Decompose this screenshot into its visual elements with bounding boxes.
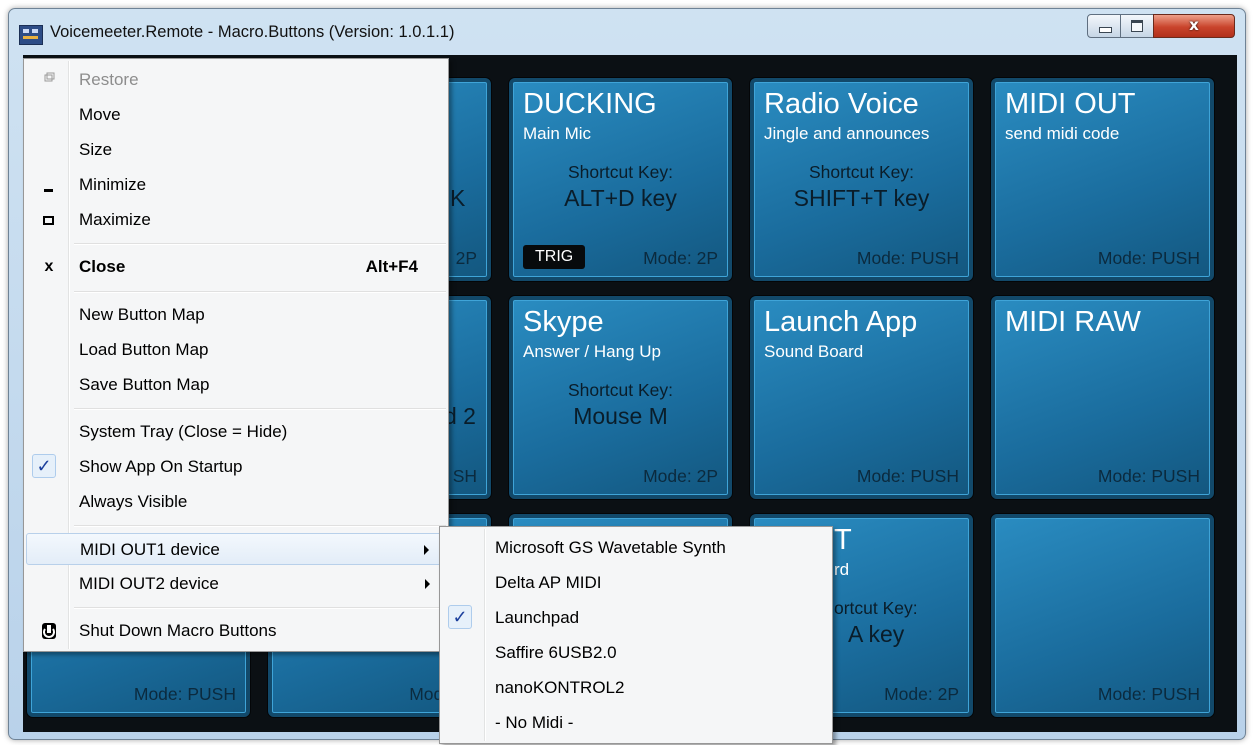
menu-item-new-button-map[interactable]: New Button Map (26, 299, 446, 331)
macro-button-midi-out[interactable]: MIDI OUT send midi code Mode: PUSH (991, 78, 1214, 281)
button-subtitle: Main Mic (523, 124, 592, 143)
close-button[interactable]: x (1153, 14, 1235, 38)
button-mode: Mode: 2P (643, 248, 718, 268)
power-icon (38, 620, 60, 642)
menu-item-system-tray[interactable]: System Tray (Close = Hide) (26, 416, 446, 448)
midi-device-item[interactable]: Microsoft GS Wavetable Synth (442, 532, 830, 564)
shortcut-label: Shortcut Key: (808, 162, 915, 182)
maximize-icon (38, 209, 60, 231)
button-title: DUCKING (523, 88, 657, 120)
button-mode: Mode: PUSH (133, 684, 236, 704)
close-icon: x (44, 258, 54, 275)
trig-badge: TRIG (523, 245, 586, 269)
macro-button-radio-voice[interactable]: Radio Voice Jingle and announces Shortcu… (750, 78, 973, 281)
button-mode: Mode: 2P (884, 684, 959, 704)
button-mode: 2P (455, 248, 477, 268)
system-menu: Restore Move Size Minimize Maximize x Cl… (23, 58, 449, 652)
minimize-icon (1099, 27, 1112, 33)
button-mode: Mode: PUSH (1097, 684, 1200, 704)
button-title: Skype (523, 306, 604, 338)
window-title: Voicemeeter.Remote - Macro.Buttons (Vers… (50, 23, 455, 41)
button-title: Radio Voice (764, 88, 919, 120)
menu-item-restore[interactable]: Restore (26, 64, 446, 96)
menu-item-maximize[interactable]: Maximize (26, 204, 446, 236)
button-subtitle: send midi code (1005, 124, 1120, 143)
minimize-icon (38, 174, 60, 196)
macro-button-ducking[interactable]: DUCKING Main Mic Shortcut Key: ALT+D key… (509, 78, 732, 281)
shortcut-value: ALT+D key (564, 185, 677, 211)
restore-icon (38, 69, 60, 91)
midi-device-item[interactable]: - No Midi - (442, 707, 830, 739)
menu-item-always-visible[interactable]: Always Visible (26, 486, 446, 518)
close-icon: x (1189, 16, 1199, 34)
button-subtitle: Jingle and announces (764, 124, 930, 143)
menu-item-load-button-map[interactable]: Load Button Map (26, 334, 446, 366)
menu-item-minimize[interactable]: Minimize (26, 169, 446, 201)
shortcut-label: Shortcut Key: (567, 380, 674, 400)
macro-button-skype[interactable]: Skype Answer / Hang Up Shortcut Key: Mou… (509, 296, 732, 499)
button-mode: Mode: PUSH (856, 466, 959, 486)
check-icon: ✓ (32, 454, 56, 478)
macro-button-launch-app[interactable]: Launch App Sound Board Mode: PUSH (750, 296, 973, 499)
button-subtitle: Sound Board (764, 342, 864, 361)
menu-item-midi-out1-device[interactable]: MIDI OUT1 device (26, 533, 446, 565)
check-icon: ✓ (448, 605, 472, 629)
maximize-icon (1131, 20, 1143, 32)
button-title: MIDI RAW (1005, 306, 1141, 338)
title-bar[interactable]: Voicemeeter.Remote - Macro.Buttons (Vers… (9, 9, 1245, 57)
button-title: Launch App (764, 306, 918, 338)
midi-device-item[interactable]: nanoKONTROL2 (442, 672, 830, 704)
menu-item-save-button-map[interactable]: Save Button Map (26, 369, 446, 401)
midi-device-item-selected[interactable]: ✓ Launchpad (442, 602, 830, 634)
menu-item-show-app-on-startup[interactable]: ✓ Show App On Startup (26, 451, 446, 483)
menu-item-size[interactable]: Size (26, 134, 446, 166)
button-mode: Mode: PUSH (856, 248, 959, 268)
macro-button-midi-raw[interactable]: MIDI RAW Mode: PUSH (991, 296, 1214, 499)
button-mode: Mode: 2P (643, 466, 718, 486)
midi-device-item[interactable]: Saffire 6USB2.0 (442, 637, 830, 669)
close-shortcut: Alt+F4 (365, 257, 418, 276)
shortcut-label: Shortcut Key: (567, 162, 674, 182)
menu-item-shut-down[interactable]: Shut Down Macro Buttons (26, 615, 446, 647)
shortcut-value: Mouse M (573, 403, 668, 429)
menu-item-move[interactable]: Move (26, 99, 446, 131)
submenu-arrow-icon (425, 579, 430, 589)
midi-device-item[interactable]: Delta AP MIDI (442, 567, 830, 599)
macro-button-r3c4[interactable]: Mode: PUSH (991, 514, 1214, 717)
button-subtitle: rd (834, 560, 850, 579)
button-subtitle: Answer / Hang Up (523, 342, 661, 361)
button-mode: SH (452, 466, 477, 486)
menu-item-midi-out2-device[interactable]: MIDI OUT2 device (26, 568, 446, 600)
button-title: T (834, 524, 852, 556)
shortcut-label: ortcut Key: (834, 598, 918, 618)
midi-out1-submenu: Microsoft GS Wavetable Synth Delta AP MI… (439, 526, 833, 744)
maximize-button[interactable] (1120, 14, 1154, 38)
button-mode: Mode: PUSH (1097, 466, 1200, 486)
app-icon[interactable] (19, 25, 43, 45)
button-title: MIDI OUT (1005, 88, 1136, 120)
button-mode: Mode: PUSH (1097, 248, 1200, 268)
shortcut-value: A key (848, 621, 905, 647)
submenu-arrow-icon (424, 545, 429, 555)
minimize-button[interactable] (1087, 14, 1121, 38)
menu-item-close[interactable]: x Close Alt+F4 (26, 251, 446, 283)
shortcut-value: SHIFT+T key (793, 185, 930, 211)
button-fragment: K (450, 185, 466, 211)
